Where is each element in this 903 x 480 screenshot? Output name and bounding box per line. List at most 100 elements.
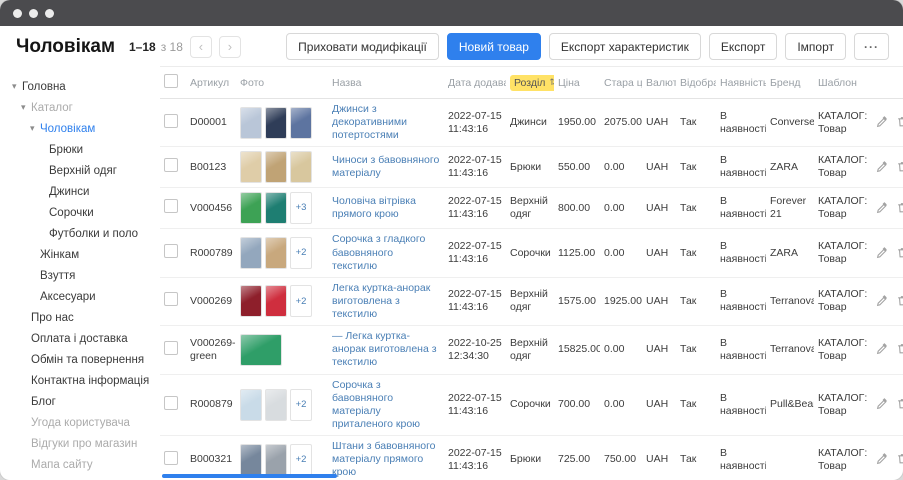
row-checkbox[interactable] — [164, 451, 178, 465]
column-header-section[interactable]: Розділ ⇅ — [506, 67, 554, 99]
delete-button[interactable] — [894, 158, 903, 175]
product-link[interactable]: Чоловіча вітрівка прямого крою — [332, 195, 416, 220]
row-checkbox[interactable] — [164, 292, 178, 306]
delete-button[interactable] — [894, 340, 903, 357]
product-thumbnail — [265, 192, 287, 224]
row-checkbox[interactable] — [164, 341, 178, 355]
delete-button[interactable] — [894, 395, 903, 412]
sidebar-item-8[interactable]: Жінкам — [10, 244, 160, 265]
brand-cell: Terranova — [766, 326, 814, 374]
sidebar-item-1[interactable]: ▾ Каталог — [10, 97, 160, 118]
window-control-maximize[interactable] — [45, 9, 54, 18]
prev-page-button[interactable]: ‹ — [190, 36, 212, 58]
select-all-checkbox[interactable] — [164, 74, 178, 88]
product-link[interactable]: Сорочка з гладкого бавовняного текстилю — [332, 233, 425, 271]
sidebar-item-5[interactable]: Джинси — [10, 181, 160, 202]
template-cell: КАТАЛОГ: Товар — [814, 326, 870, 374]
column-header-name[interactable]: Назва — [328, 67, 444, 99]
horizontal-scrollbar[interactable] — [162, 474, 337, 478]
column-header-availability[interactable]: Наявність — [716, 67, 766, 99]
edit-button[interactable] — [874, 292, 891, 309]
delete-button[interactable] — [894, 292, 903, 309]
product-link[interactable]: Легка куртка-анорак виготовлена з тексти… — [332, 282, 430, 320]
old-price-cell: 750.00 — [600, 436, 642, 480]
delete-button[interactable] — [894, 450, 903, 467]
edit-button[interactable] — [874, 244, 891, 261]
currency-cell: UAH — [642, 229, 676, 277]
row-checkbox[interactable] — [164, 199, 178, 213]
sidebar-item-18[interactable]: Мапа сайту — [10, 454, 160, 475]
column-header-price[interactable]: Ціна — [554, 67, 600, 99]
next-page-button[interactable]: › — [219, 36, 241, 58]
column-header-date-added[interactable]: Дата додавання — [444, 67, 506, 99]
column-header-photo[interactable]: Фото — [236, 67, 328, 99]
sidebar-item-13[interactable]: Обмін та повернення — [10, 349, 160, 370]
column-header-brand[interactable]: Бренд — [766, 67, 814, 99]
availability-cell: В наявності — [716, 374, 766, 436]
edit-button[interactable] — [874, 340, 891, 357]
export-button[interactable]: Експорт — [709, 33, 777, 60]
row-checkbox[interactable] — [164, 396, 178, 410]
row-checkbox[interactable] — [164, 114, 178, 128]
sidebar-item-14[interactable]: Контактна інформація — [10, 370, 160, 391]
sidebar-item-7[interactable]: Футболки и поло — [10, 223, 160, 244]
edit-button[interactable] — [874, 395, 891, 412]
sidebar-item-9[interactable]: Взуття — [10, 265, 160, 286]
sidebar-item-3[interactable]: Брюки — [10, 139, 160, 160]
currency-cell: UAH — [642, 99, 676, 147]
hide-modifications-button[interactable]: Приховати модифікації — [286, 33, 439, 60]
edit-button[interactable] — [874, 199, 891, 216]
sidebar-item-10[interactable]: Аксесуари — [10, 286, 160, 307]
sidebar-item-11[interactable]: Про нас — [10, 307, 160, 328]
sort-icon[interactable]: ⇅ — [549, 77, 554, 88]
sidebar-item-6[interactable]: Сорочки — [10, 202, 160, 223]
name-cell: Джинси з декоративними потертостями — [328, 99, 444, 147]
edit-button[interactable] — [874, 158, 891, 175]
window-control-minimize[interactable] — [29, 9, 38, 18]
product-link[interactable]: Штани з бавовняного матеріалу прямого кр… — [332, 440, 436, 478]
product-link[interactable]: — Легка куртка-анорак виготовлена з текс… — [332, 330, 437, 368]
window-titlebar — [0, 0, 903, 26]
row-checkbox[interactable] — [164, 158, 178, 172]
product-link[interactable]: Джинси з декоративними потертостями — [332, 103, 407, 141]
export-characteristics-button[interactable]: Експорт характеристик — [549, 33, 701, 60]
table-row: B00123 Чиноси з бавовняного матеріалу 20… — [160, 147, 903, 188]
delete-button[interactable] — [894, 244, 903, 261]
window-control-close[interactable] — [13, 9, 22, 18]
row-checkbox[interactable] — [164, 244, 178, 258]
import-button[interactable]: Імпорт — [785, 33, 846, 60]
brand-cell: ZARA — [766, 147, 814, 188]
name-cell: Сорочка з бавовняного матеріалу притален… — [328, 374, 444, 436]
delete-button[interactable] — [894, 199, 903, 216]
more-actions-button[interactable]: ··· — [854, 33, 889, 60]
trash-icon — [896, 115, 903, 128]
pencil-icon — [876, 452, 889, 465]
new-product-button[interactable]: Новий товар — [447, 33, 541, 60]
sidebar-item-4[interactable]: Верхній одяг — [10, 160, 160, 181]
column-header-old-price[interactable]: Стара ціна — [600, 67, 642, 99]
sidebar-item-2[interactable]: ▾ Чоловікам — [10, 118, 160, 139]
chevron-down-icon: ▾ — [12, 81, 22, 92]
column-header-template[interactable]: Шаблон — [814, 67, 870, 99]
sidebar-item-12[interactable]: Оплата і доставка — [10, 328, 160, 349]
date-cell: 2022-07-15 11:43:16 — [444, 374, 506, 436]
sku-cell: B00123 — [186, 147, 236, 188]
column-header-display[interactable]: Відображати — [676, 67, 716, 99]
column-header-currency[interactable]: Валюта — [642, 67, 676, 99]
pencil-icon — [876, 397, 889, 410]
old-price-cell: 1925.00 — [600, 277, 642, 325]
old-price-cell: 0.00 — [600, 229, 642, 277]
sidebar-item-16[interactable]: Угода користувача — [10, 412, 160, 433]
sidebar-item-0[interactable]: ▾ Головна — [10, 76, 160, 97]
edit-button[interactable] — [874, 450, 891, 467]
section-cell: Сорочки — [506, 229, 554, 277]
column-header-sku[interactable]: Артикул — [186, 67, 236, 99]
section-cell: Брюки — [506, 147, 554, 188]
toolbar: Приховати модифікації Новий товар Експор… — [286, 33, 889, 60]
sidebar-item-15[interactable]: Блог — [10, 391, 160, 412]
edit-button[interactable] — [874, 113, 891, 130]
sidebar-item-17[interactable]: Відгуки про магазин — [10, 433, 160, 454]
delete-button[interactable] — [894, 113, 903, 130]
product-link[interactable]: Чиноси з бавовняного матеріалу — [332, 154, 439, 179]
product-link[interactable]: Сорочка з бавовняного матеріалу притален… — [332, 379, 420, 430]
